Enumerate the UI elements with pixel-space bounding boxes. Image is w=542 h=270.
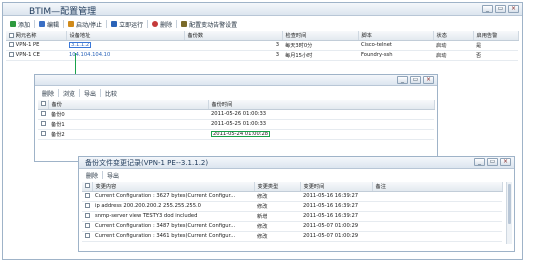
device-table-header: 网元名称 设备地址 备份数 检查时间 脚本 状态 启用告警 xyxy=(6,31,519,41)
change-table: 变更内容 变更类型 变更时间 备注 Current Configuration … xyxy=(82,182,503,242)
table-row[interactable]: ip address 200.200.200.2 255.255.255.0 修… xyxy=(82,201,502,212)
row-checkbox[interactable] xyxy=(9,42,14,47)
change-history-window: 备份文件变更记录(VPN-1 PE--3.1.1.2) _ ▭ × 删除 导出 … xyxy=(78,156,515,252)
minimize-icon[interactable]: _ xyxy=(397,76,408,84)
select-all-checkbox[interactable] xyxy=(9,32,14,38)
edit-icon xyxy=(39,21,46,27)
delete-icon xyxy=(152,21,159,27)
change-toolbar: 删除 导出 xyxy=(82,171,123,180)
row-checkbox[interactable] xyxy=(9,52,14,57)
minimize-icon[interactable]: _ xyxy=(474,158,485,166)
column-header[interactable]: 备份数 xyxy=(184,31,283,41)
change-history-title-bar: 备份文件变更记录(VPN-1 PE--3.1.1.2) _ ▭ × xyxy=(79,157,514,169)
alarm-settings-button[interactable]: 配置变动告警设置 xyxy=(177,20,241,29)
maximize-icon[interactable]: ▭ xyxy=(410,76,421,84)
add-icon xyxy=(10,21,16,27)
browse-button[interactable]: 浏览 xyxy=(59,89,81,98)
column-header[interactable]: 脚本 xyxy=(358,31,434,41)
connector-line xyxy=(75,53,76,76)
run-now-button[interactable]: 立即运行 xyxy=(107,20,149,29)
table-row[interactable]: snmp-server view TESTY3 dod included 新增 … xyxy=(82,211,502,222)
column-header[interactable]: 启用告警 xyxy=(473,31,519,41)
column-header[interactable]: 网元名称 xyxy=(6,31,67,41)
row-checkbox[interactable] xyxy=(41,121,46,126)
device-table: 网元名称 设备地址 备份数 检查时间 脚本 状态 启用告警 VPN-1 PE 3… xyxy=(6,31,519,61)
maximize-icon[interactable]: ▭ xyxy=(495,5,506,13)
backup-window: _ ▭ × 删除 浏览 导出 比较 备份 备份时间 备份0 2011-05-26… xyxy=(34,74,438,162)
table-row[interactable]: VPN-1 PE 3.1.1.2 3 每天3时0分 Cisco-telnet 启… xyxy=(6,40,518,51)
add-button[interactable]: 添加 xyxy=(6,20,36,29)
row-checkbox[interactable] xyxy=(85,223,90,228)
column-header[interactable]: 检查时间 xyxy=(282,31,359,41)
edit-button[interactable]: 编辑 xyxy=(35,20,65,29)
select-all-checkbox[interactable] xyxy=(41,101,46,107)
delete-change-button[interactable]: 删除 xyxy=(82,171,104,180)
backup-table-header: 备份 备份时间 xyxy=(38,100,435,110)
table-row[interactable]: 备份0 2011-05-26 01:00:33 xyxy=(38,109,434,120)
device-address[interactable]: 3.1.1.2 xyxy=(69,42,92,48)
close-icon[interactable]: × xyxy=(500,158,511,166)
table-row[interactable]: 备份1 2011-05-25 01:00:33 xyxy=(38,119,434,130)
row-checkbox[interactable] xyxy=(41,131,46,136)
run-now-icon xyxy=(111,21,118,27)
export-button[interactable]: 导出 xyxy=(80,89,102,98)
table-row[interactable]: VPN-1 CE 104.104.104.10 3 每月15小时 Foundry… xyxy=(6,50,518,61)
backup-window-controls: _ ▭ × xyxy=(397,76,434,84)
row-checkbox[interactable] xyxy=(85,233,90,238)
scrollbar-thumb[interactable] xyxy=(508,184,511,224)
table-row[interactable]: 备份2 2011-05-24 01:00:28 xyxy=(38,129,434,140)
row-checkbox[interactable] xyxy=(85,193,90,198)
main-window-title: BTIM—配置管理 xyxy=(29,7,97,17)
vertical-scrollbar[interactable] xyxy=(506,182,512,244)
close-icon[interactable]: × xyxy=(508,5,519,13)
table-row[interactable]: Current Configuration : 3627 bytes(Curre… xyxy=(82,191,502,202)
main-window-controls: _ ▭ × xyxy=(482,5,519,13)
change-history-title: 备份文件变更记录(VPN-1 PE--3.1.1.2) xyxy=(85,159,209,167)
backup-toolbar: 删除 浏览 导出 比较 xyxy=(38,89,121,98)
backup-table: 备份 备份时间 备份0 2011-05-26 01:00:33 备份1 2011… xyxy=(38,100,435,140)
row-checkbox[interactable] xyxy=(85,203,90,208)
column-header[interactable]: 变更内容 xyxy=(92,182,255,192)
table-row[interactable]: Current Configuration : 3487 bytes(Curre… xyxy=(82,221,502,232)
export-change-button[interactable]: 导出 xyxy=(103,171,123,180)
row-checkbox[interactable] xyxy=(41,111,46,116)
close-icon[interactable]: × xyxy=(423,76,434,84)
column-header[interactable]: 设备地址 xyxy=(66,31,185,41)
change-table-header: 变更内容 变更类型 变更时间 备注 xyxy=(82,182,503,192)
minimize-icon[interactable]: _ xyxy=(482,5,493,13)
main-title-bar: BTIM—配置管理 _ ▭ × xyxy=(3,3,522,17)
column-header[interactable]: 变更类型 xyxy=(254,182,301,192)
delete-backup-button[interactable]: 删除 xyxy=(38,89,60,98)
backup-time-selected[interactable]: 2011-05-24 01:00:28 xyxy=(211,131,271,137)
column-header[interactable]: 备注 xyxy=(372,182,503,192)
main-toolbar: 添加 编辑 启动/停止 立即运行 删除 配置变动告警设置 xyxy=(6,20,241,29)
select-all-checkbox[interactable] xyxy=(85,183,90,189)
change-window-controls: _ ▭ × xyxy=(474,158,511,166)
column-header[interactable]: 变更时间 xyxy=(300,182,373,192)
column-header[interactable]: 备份 xyxy=(48,100,209,110)
backup-title-bar: _ ▭ × xyxy=(35,75,437,86)
table-row[interactable]: Current Configuration : 3461 bytes(Curre… xyxy=(82,231,502,242)
row-checkbox[interactable] xyxy=(85,213,90,218)
alarm-settings-icon xyxy=(181,21,188,27)
play-stop-icon xyxy=(68,21,75,27)
delete-button[interactable]: 删除 xyxy=(148,20,178,29)
column-header[interactable]: 备份时间 xyxy=(208,100,435,110)
compare-button[interactable]: 比较 xyxy=(101,89,121,98)
maximize-icon[interactable]: ▭ xyxy=(487,158,498,166)
start-stop-button[interactable]: 启动/停止 xyxy=(64,20,108,29)
column-header[interactable]: 状态 xyxy=(433,31,474,41)
